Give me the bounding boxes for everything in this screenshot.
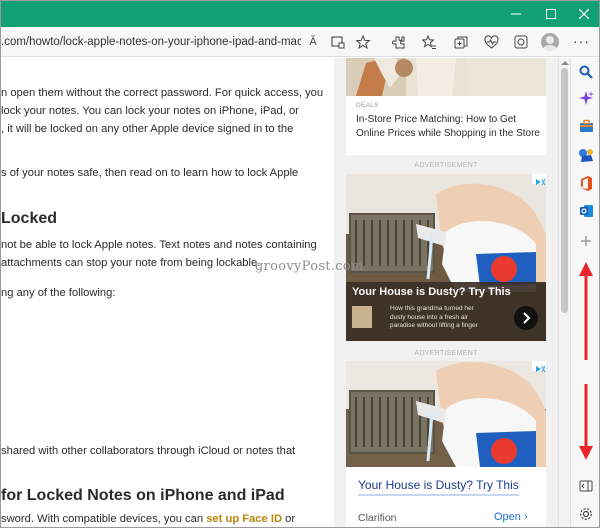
story-title[interactable]: In-Store Price Matching: How to Get Onli… bbox=[356, 113, 540, 141]
close-button[interactable] bbox=[567, 1, 599, 27]
copilot-sparkle-icon[interactable] bbox=[578, 90, 594, 106]
face-id-link[interactable]: set up Face ID bbox=[206, 513, 282, 525]
story-title-line: In-Store Price Matching: How to Get bbox=[356, 114, 517, 125]
article-line: ng any of the following: bbox=[1, 287, 116, 299]
ad-open-label: Open bbox=[494, 511, 521, 523]
ad-label: ADVERTISEMENT bbox=[414, 162, 478, 169]
search-icon[interactable] bbox=[578, 64, 594, 80]
collections-icon[interactable] bbox=[453, 34, 469, 50]
ad-headline: Your House is Dusty? Try This bbox=[352, 286, 511, 298]
story-image bbox=[346, 58, 546, 96]
adchoices-icon[interactable] bbox=[532, 174, 546, 186]
favorite-star-icon[interactable] bbox=[355, 34, 371, 50]
minimize-button[interactable] bbox=[499, 1, 533, 27]
more-options-icon[interactable]: ··· bbox=[573, 33, 590, 49]
minimize-icon bbox=[511, 13, 521, 15]
ad-brand: Clarifion bbox=[358, 512, 397, 524]
ad-card[interactable]: Your House is Dusty? Try This How this g… bbox=[346, 174, 546, 341]
ad-sidebar: DEALS In-Store Price Matching: How to Ge… bbox=[334, 58, 558, 527]
ad-body-line: paradise without lifting a finger bbox=[390, 322, 478, 329]
chevron-right-icon: › bbox=[523, 511, 528, 523]
url-text: .com/howto/lock-apple-notes-on-your-ipho… bbox=[1, 36, 301, 48]
close-icon bbox=[579, 9, 589, 19]
title-bar bbox=[1, 1, 599, 27]
ad-arrow-button[interactable] bbox=[514, 306, 538, 330]
profile-avatar[interactable] bbox=[541, 33, 559, 51]
read-aloud-glyph: Ă bbox=[309, 36, 317, 48]
ad-image bbox=[346, 361, 546, 467]
browser-essentials-icon[interactable] bbox=[483, 34, 499, 50]
chevron-right-icon bbox=[523, 312, 531, 324]
section-heading-locked: Locked bbox=[1, 210, 58, 227]
browser-window: .com/howto/lock-apple-notes-on-your-ipho… bbox=[0, 0, 600, 528]
edge-sidebar bbox=[570, 58, 599, 527]
article-line: n open them without the correct password… bbox=[1, 87, 324, 99]
games-icon[interactable] bbox=[578, 147, 594, 163]
article-line: lock your notes. You can lock your notes… bbox=[1, 105, 299, 117]
extensions-icon[interactable] bbox=[391, 34, 407, 50]
ad-label: ADVERTISEMENT bbox=[414, 350, 478, 357]
ad-open-button[interactable]: Open › bbox=[494, 511, 528, 523]
app-available-icon[interactable] bbox=[330, 34, 346, 50]
hide-sidebar-icon[interactable] bbox=[578, 478, 594, 494]
last-line-suffix: or bbox=[282, 513, 296, 525]
add-plus-icon[interactable] bbox=[578, 233, 594, 249]
article-line: s of your notes safe, then read on to le… bbox=[1, 167, 299, 179]
address-bar[interactable]: .com/howto/lock-apple-notes-on-your-ipho… bbox=[1, 33, 301, 51]
adchoices-icon[interactable] bbox=[532, 361, 546, 373]
tools-briefcase-icon[interactable] bbox=[578, 118, 594, 134]
story-card[interactable]: DEALS In-Store Price Matching: How to Ge… bbox=[346, 58, 546, 155]
ad-headline-link[interactable]: Your House is Dusty? Try This bbox=[358, 478, 519, 496]
story-category: DEALS bbox=[356, 102, 379, 109]
office-icon[interactable] bbox=[578, 175, 594, 191]
ad-body-line: How this grandma turned her bbox=[390, 305, 474, 312]
article-line: attachments can stop your note from bein… bbox=[1, 257, 261, 269]
scrollbar-thumb[interactable] bbox=[561, 68, 568, 313]
article-line-last: sword. With compatible devices, you can … bbox=[1, 510, 296, 527]
screenshot-icon[interactable] bbox=[513, 34, 529, 50]
section-heading-face-id: for Locked Notes on iPhone and iPad bbox=[1, 487, 285, 504]
outlook-icon[interactable] bbox=[578, 203, 594, 219]
maximize-icon bbox=[546, 9, 556, 19]
ad-body: How this grandma turned her dusty house … bbox=[390, 305, 478, 331]
watermark: groovyPost.com bbox=[255, 259, 364, 274]
story-title-line: Online Prices while Shopping in the Stor… bbox=[356, 128, 540, 139]
address-toolbar: .com/howto/lock-apple-notes-on-your-ipho… bbox=[1, 27, 599, 57]
article-line: , it will be locked on any other Apple d… bbox=[1, 123, 294, 135]
article-line: shared with other collaborators through … bbox=[1, 445, 296, 457]
favorites-icon[interactable] bbox=[421, 34, 437, 50]
read-aloud-icon[interactable]: Ă bbox=[305, 34, 321, 50]
page-scrollbar[interactable] bbox=[558, 58, 570, 527]
ad-card[interactable]: Your House is Dusty? Try This Clarifion … bbox=[346, 361, 546, 527]
last-line-text: sword. With compatible devices, you can bbox=[1, 513, 207, 525]
maximize-button[interactable] bbox=[534, 1, 568, 27]
settings-gear-icon[interactable] bbox=[578, 506, 594, 522]
ad-body-line: dusty house into a fresh air bbox=[390, 313, 469, 321]
article-content: n open them without the correct password… bbox=[1, 58, 334, 527]
article-line: not be able to lock Apple notes. Text no… bbox=[1, 239, 317, 251]
